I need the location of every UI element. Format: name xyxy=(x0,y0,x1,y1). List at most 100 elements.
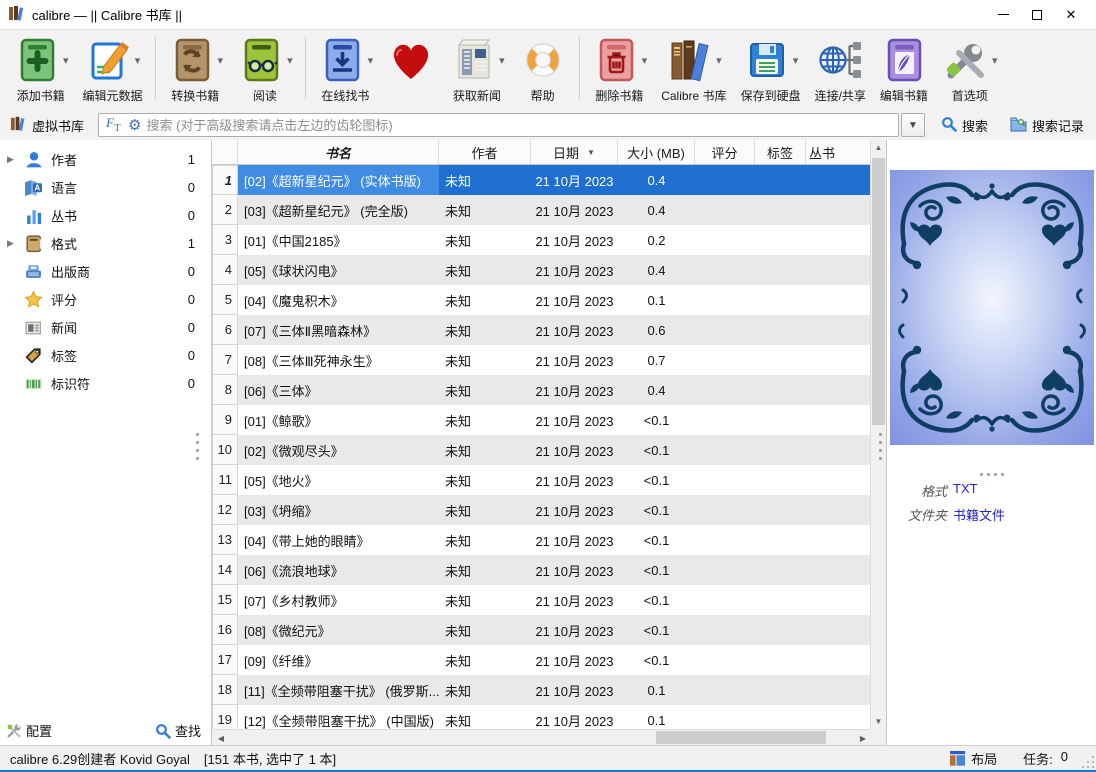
dropdown-arrow-icon[interactable]: ▾ xyxy=(368,54,374,67)
toolbar-edit-metadata-button[interactable]: ▾编辑元数据 xyxy=(76,35,150,102)
dropdown-arrow-icon[interactable]: ▾ xyxy=(793,54,799,67)
cell-size: 0.1 xyxy=(618,705,695,729)
toolbar-convert-books-button[interactable]: ▾转换书籍 xyxy=(161,35,231,102)
book-cover[interactable] xyxy=(890,170,1094,445)
book-row-13[interactable]: 13[04]《带上她的眼睛》未知21 10月 2023<0.1 xyxy=(212,525,870,555)
dropdown-arrow-icon[interactable]: ▾ xyxy=(63,54,69,67)
layout-button[interactable]: 布局 xyxy=(949,749,997,768)
toolbar-donate-button[interactable] xyxy=(380,35,442,102)
sidebar-item-ratings[interactable]: 评分0 xyxy=(0,285,211,313)
toolbar-preferences-button[interactable]: ▾首选项 xyxy=(935,35,1005,102)
column-header-1[interactable]: 书名 xyxy=(238,140,439,164)
scroll-up-icon[interactable]: ▲ xyxy=(871,143,886,152)
vertical-scrollbar[interactable]: ▲ ▼ xyxy=(870,140,886,729)
advanced-search-gear-icon[interactable]: ⚙ xyxy=(128,118,141,133)
cell-title: [05]《地火》 xyxy=(238,465,439,495)
toolbar-help-button[interactable]: 帮助 xyxy=(512,35,574,102)
book-row-12[interactable]: 12[03]《坍缩》未知21 10月 2023<0.1 xyxy=(212,495,870,525)
column-header-3[interactable]: 日期▼ xyxy=(531,140,618,164)
search-dropdown-button[interactable]: ▼ xyxy=(901,113,925,137)
book-row-1[interactable]: 1[02]《超新星纪元》 (实体书版)未知21 10月 20230.4 xyxy=(212,165,870,195)
toolbar-connect-share-button[interactable]: 连接/共享 xyxy=(808,35,873,102)
scroll-down-icon[interactable]: ▼ xyxy=(871,717,886,726)
details-splitter-handle[interactable] xyxy=(887,473,1096,476)
sidebar-splitter-handle[interactable] xyxy=(196,433,199,460)
toolbar-fetch-news-button[interactable]: ▾获取新闻 xyxy=(442,35,512,102)
book-row-9[interactable]: 9[01]《鲸歌》未知21 10月 2023<0.1 xyxy=(212,405,870,435)
dropdown-arrow-icon[interactable]: ▾ xyxy=(218,54,224,67)
sidebar-item-series[interactable]: 丛书0 xyxy=(0,201,211,229)
book-row-14[interactable]: 14[06]《流浪地球》未知21 10月 2023<0.1 xyxy=(212,555,870,585)
sidebar-item-authors[interactable]: ▶作者1 xyxy=(0,145,211,173)
full-text-search-icon[interactable]: FT xyxy=(103,115,123,136)
dropdown-arrow-icon[interactable]: ▾ xyxy=(642,54,648,67)
column-header-5[interactable]: 评分 xyxy=(695,140,755,164)
book-row-19[interactable]: 19[12]《全频带阻塞干扰》 (中国版)未知21 10月 20230.1 xyxy=(212,705,870,729)
book-row-10[interactable]: 10[02]《微观尽头》未知21 10月 2023<0.1 xyxy=(212,435,870,465)
column-header-4[interactable]: 大小 (MB) xyxy=(618,140,695,164)
scroll-right-icon[interactable]: ▶ xyxy=(856,734,866,743)
toolbar-remove-books-button[interactable]: ▾删除书籍 xyxy=(585,35,655,102)
folder-value-link[interactable]: 书籍文件 xyxy=(953,505,1005,524)
sidebar-item-tags[interactable]: 标签0 xyxy=(0,341,211,369)
book-row-4[interactable]: 4[05]《球状闪电》未知21 10月 20230.4 xyxy=(212,255,870,285)
format-value-link[interactable]: TXT xyxy=(953,481,978,500)
cell-series xyxy=(806,165,838,195)
horizontal-scrollbar[interactable]: ◀ ▶ xyxy=(212,729,870,745)
sidebar-item-identifiers[interactable]: 标识符0 xyxy=(0,369,211,397)
cell-title: [11]《全频带阻塞干扰》 (俄罗斯... xyxy=(238,675,439,705)
book-row-11[interactable]: 11[05]《地火》未知21 10月 2023<0.1 xyxy=(212,465,870,495)
dropdown-arrow-icon[interactable]: ▾ xyxy=(716,54,722,67)
vertical-scrollbar-thumb[interactable] xyxy=(872,158,885,425)
column-header-6[interactable]: 标签 xyxy=(755,140,806,164)
toolbar-get-books-button[interactable]: ▾在线找书 xyxy=(311,35,381,102)
book-row-6[interactable]: 6[07]《三体Ⅱ黑暗森林》未知21 10月 20230.6 xyxy=(212,315,870,345)
book-row-17[interactable]: 17[09]《纤维》未知21 10月 2023<0.1 xyxy=(212,645,870,675)
book-row-7[interactable]: 7[08]《三体Ⅲ死神永生》未知21 10月 20230.7 xyxy=(212,345,870,375)
sidebar-item-publishers[interactable]: 出版商0 xyxy=(0,257,211,285)
cell-title: [04]《魔鬼积木》 xyxy=(238,285,439,315)
toolbar-choose-library-button[interactable]: ▾Calibre 书库 xyxy=(654,35,733,102)
book-row-16[interactable]: 16[08]《微纪元》未知21 10月 2023<0.1 xyxy=(212,615,870,645)
resize-grip[interactable] xyxy=(1082,756,1094,768)
sidebar-item-languages[interactable]: A语言0 xyxy=(0,173,211,201)
scroll-left-icon[interactable]: ◀ xyxy=(216,734,226,743)
toolbar-add-books-button[interactable]: ▾添加书籍 xyxy=(6,35,76,102)
row-number: 18 xyxy=(212,675,238,705)
toolbar-view-button[interactable]: ▾阅读 xyxy=(230,35,300,102)
configure-button[interactable]: 配置 xyxy=(6,721,52,740)
book-row-8[interactable]: 8[06]《三体》未知21 10月 20230.4 xyxy=(212,375,870,405)
cover-splitter-handle[interactable] xyxy=(879,433,882,460)
saved-searches-button[interactable]: 搜索记录 xyxy=(1004,114,1090,137)
dropdown-arrow-icon[interactable]: ▾ xyxy=(992,54,998,67)
maximize-button[interactable] xyxy=(1020,2,1054,28)
book-row-18[interactable]: 18[11]《全频带阻塞干扰》 (俄罗斯...未知21 10月 20230.1 xyxy=(212,675,870,705)
cell-date: 21 10月 2023 xyxy=(531,345,618,375)
find-button[interactable]: 查找 xyxy=(155,721,201,740)
book-row-15[interactable]: 15[07]《乡村教师》未知21 10月 2023<0.1 xyxy=(212,585,870,615)
toolbar-edit-book-button[interactable]: 编辑书籍 xyxy=(873,35,935,102)
cell-series xyxy=(806,375,838,405)
book-row-2[interactable]: 2[03]《超新星纪元》 (完全版)未知21 10月 20230.4 xyxy=(212,195,870,225)
search-button[interactable]: 搜索 xyxy=(935,114,994,137)
sidebar-item-formats[interactable]: ▶格式1 xyxy=(0,229,211,257)
search-input[interactable] xyxy=(146,118,894,133)
toolbar-save-to-disk-button[interactable]: ▾保存到硬盘 xyxy=(734,35,808,102)
horizontal-scrollbar-thumb[interactable] xyxy=(656,731,826,744)
minimize-button[interactable] xyxy=(986,2,1020,28)
dropdown-arrow-icon[interactable]: ▾ xyxy=(499,54,505,67)
expand-arrow-icon[interactable]: ▶ xyxy=(7,238,14,249)
dropdown-arrow-icon[interactable]: ▾ xyxy=(287,54,293,67)
close-button[interactable]: ✕ xyxy=(1054,2,1088,28)
cell-size: <0.1 xyxy=(618,465,695,495)
column-header-7[interactable]: 丛书 xyxy=(806,140,838,164)
jobs-button[interactable]: 任务: 0 xyxy=(1023,749,1068,768)
virtual-library-button[interactable]: 虚拟书库 xyxy=(6,113,88,137)
book-row-3[interactable]: 3[01]《中国2185》未知21 10月 20230.2 xyxy=(212,225,870,255)
expand-arrow-icon[interactable]: ▶ xyxy=(7,154,14,165)
search-box[interactable]: FT ⚙ xyxy=(98,113,899,137)
dropdown-arrow-icon[interactable]: ▾ xyxy=(135,54,141,67)
book-row-5[interactable]: 5[04]《魔鬼积木》未知21 10月 20230.1 xyxy=(212,285,870,315)
sidebar-item-news[interactable]: 新闻0 xyxy=(0,313,211,341)
column-header-2[interactable]: 作者 xyxy=(439,140,531,164)
